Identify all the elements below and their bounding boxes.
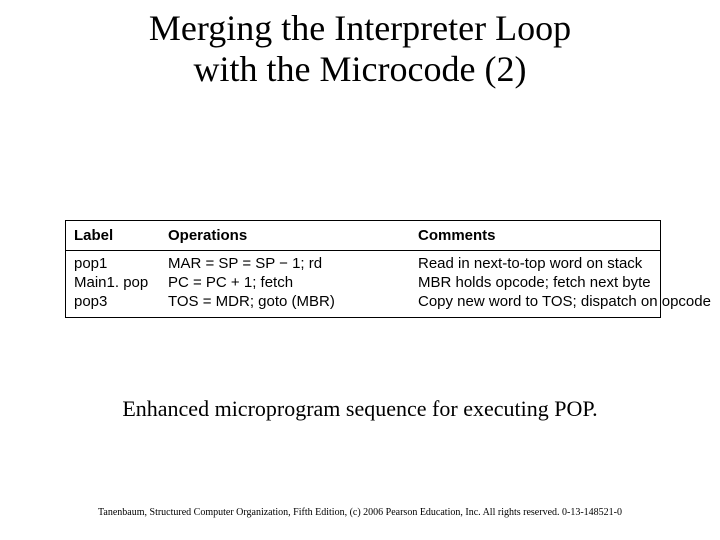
slide-title: Merging the Interpreter Loop with the Mi…: [0, 8, 720, 91]
header-label: Label: [66, 221, 160, 250]
microcode-table: Label Operations Comments pop1 Main1. po…: [65, 220, 661, 318]
figure-caption: Enhanced microprogram sequence for execu…: [0, 396, 720, 422]
table-header-row: Label Operations Comments: [66, 221, 660, 251]
table-body: pop1 Main1. pop pop3 MAR = SP = SP − 1; …: [66, 251, 660, 317]
title-line-2: with the Microcode (2): [194, 49, 527, 89]
table-cell: MBR holds opcode; fetch next byte: [418, 274, 652, 293]
header-operations: Operations: [160, 221, 410, 250]
table-cell: Main1. pop: [74, 274, 152, 293]
table-cell: PC = PC + 1; fetch: [168, 274, 402, 293]
table-cell: pop1: [74, 255, 152, 274]
table-cell: pop3: [74, 293, 152, 312]
footer-citation: Tanenbaum, Structured Computer Organizat…: [0, 507, 720, 518]
table-cell: TOS = MDR; goto (MBR): [168, 293, 402, 312]
header-comments: Comments: [410, 221, 660, 250]
col-comments: Read in next-to-top word on stack MBR ho…: [410, 251, 660, 317]
table-cell: Copy new word to TOS; dispatch on opcode: [418, 293, 652, 312]
title-line-1: Merging the Interpreter Loop: [149, 8, 571, 48]
col-label: pop1 Main1. pop pop3: [66, 251, 160, 317]
col-operations: MAR = SP = SP − 1; rd PC = PC + 1; fetch…: [160, 251, 410, 317]
table-cell: Read in next-to-top word on stack: [418, 255, 652, 274]
slide: Merging the Interpreter Loop with the Mi…: [0, 0, 720, 540]
table-cell: MAR = SP = SP − 1; rd: [168, 255, 402, 274]
